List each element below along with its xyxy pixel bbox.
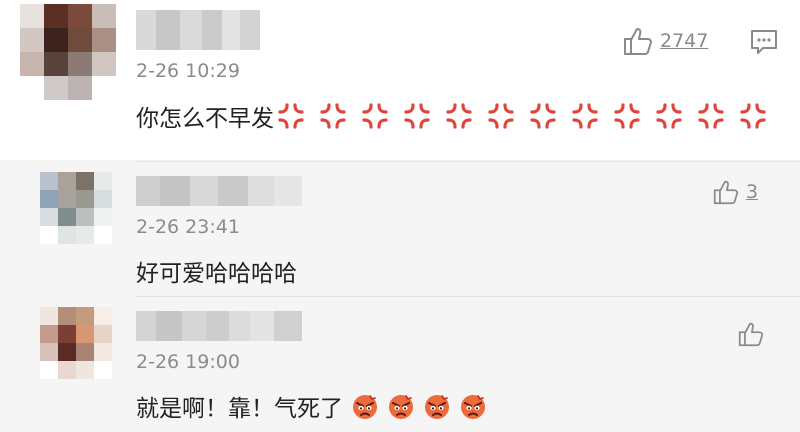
angry-anger-symbol-icon <box>278 103 304 129</box>
thumbs-up-icon <box>713 180 739 205</box>
angry-anger-symbol-icon <box>362 103 388 129</box>
like-count: 3 <box>746 181 759 203</box>
comment-text-content: 好可爱哈哈哈哈 <box>136 261 297 287</box>
angry-anger-symbol-icon <box>320 103 346 129</box>
angry-anger-symbol-icon <box>698 103 724 129</box>
angry-anger-symbol-icon <box>404 103 430 129</box>
angry-face-icon <box>353 395 377 419</box>
avatar[interactable] <box>40 307 112 379</box>
angry-anger-symbol-icon <box>530 103 556 129</box>
divider <box>136 161 800 162</box>
comment-text: 你怎么不早发 <box>136 99 768 133</box>
reply-comment: 2-26 23:41 好可爱哈哈哈哈 3 <box>0 161 800 296</box>
angry-anger-symbol-icon <box>572 103 598 129</box>
comment-text: 就是啊！靠！气死了 <box>136 389 487 423</box>
emoji-row <box>274 101 768 131</box>
like-button[interactable] <box>737 321 765 347</box>
angry-face-icon <box>425 395 449 419</box>
comment-icon[interactable] <box>750 28 778 56</box>
avatar[interactable] <box>40 172 112 244</box>
username-blurred[interactable] <box>136 311 302 341</box>
angry-anger-symbol-icon <box>488 103 514 129</box>
angry-anger-symbol-icon <box>740 103 766 129</box>
angry-face-icon <box>461 395 485 419</box>
comment-time: 2-26 23:41 <box>136 216 240 238</box>
angry-anger-symbol-icon <box>614 103 640 129</box>
emoji-row <box>343 392 487 420</box>
comment-time: 2-26 19:00 <box>136 351 240 373</box>
angry-anger-symbol-icon <box>446 103 472 129</box>
angry-face-icon <box>389 395 413 419</box>
avatar[interactable] <box>20 4 116 100</box>
thumbs-up-icon <box>624 28 652 55</box>
username-blurred[interactable] <box>136 176 302 206</box>
like-count: 2747 <box>660 30 709 52</box>
comment-text: 好可爱哈哈哈哈 <box>136 254 297 288</box>
comment-main: 2-26 10:29 你怎么不早发 2747 <box>0 0 800 160</box>
like-button[interactable]: 2747 <box>622 26 708 56</box>
like-button[interactable]: 3 <box>712 179 758 205</box>
angry-anger-symbol-icon <box>656 103 682 129</box>
comment-text-content: 你怎么不早发 <box>136 106 274 132</box>
reply-comment: 2-26 19:00 就是啊！靠！气死了 <box>0 296 800 432</box>
username-blurred[interactable] <box>136 10 260 50</box>
comment-text-content: 就是啊！靠！气死了 <box>136 396 343 422</box>
divider <box>136 296 800 297</box>
thumbs-up-icon <box>738 322 764 347</box>
comment-time: 2-26 10:29 <box>136 60 240 82</box>
